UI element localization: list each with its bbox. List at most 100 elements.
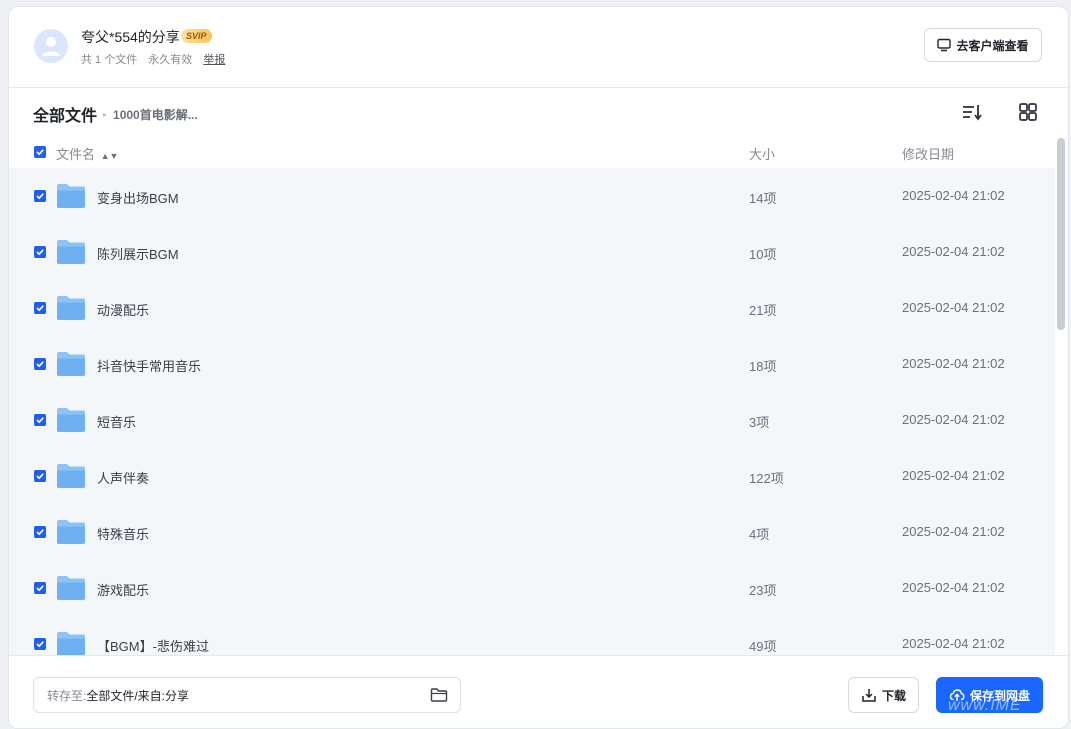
check-icon [36,361,44,368]
file-size: 3项 [749,415,770,430]
share-header: 夸父*554的分享 SVIP 共 1 个文件 永久有效 举报 去客户端查看 [9,7,1068,88]
column-name-label: 文件名 [56,147,96,162]
table-row[interactable]: 动漫配乐 21项 2025-02-04 21:02 [9,280,1055,336]
check-icon [36,305,44,312]
check-icon [36,193,44,200]
check-icon [36,641,44,648]
table-row[interactable]: 陈列展示BGM 10项 2025-02-04 21:02 [9,224,1055,280]
open-client-button[interactable]: 去客户端查看 [924,28,1042,62]
row-checkbox[interactable] [34,582,46,594]
download-icon [862,689,876,702]
save-path-field[interactable]: 转存至: 全部文件/来自:分享 [33,677,461,713]
file-date: 2025-02-04 21:02 [902,580,1005,595]
file-size: 49项 [749,639,777,654]
breadcrumb: 全部文件 ▸ 1000首电影解... [33,102,198,126]
folder-icon [57,520,85,544]
table-row[interactable]: 【BGM】-悲伤难过 49项 2025-02-04 21:02 [9,616,1055,656]
scrollbar[interactable] [1057,138,1065,330]
file-date: 2025-02-04 21:02 [902,300,1005,315]
column-date: 修改日期 [902,147,955,162]
folder-icon [57,184,85,208]
watermark: www.IME [948,697,1022,714]
file-size: 14项 [749,191,777,206]
folder-select-icon[interactable] [430,687,448,703]
sort-button[interactable] [961,102,983,122]
select-all-checkbox[interactable] [34,146,46,158]
table-row[interactable]: 抖音快手常用音乐 18项 2025-02-04 21:02 [9,336,1055,392]
breadcrumb-current: 1000首电影解... [113,107,198,122]
file-date: 2025-02-04 21:02 [902,188,1005,203]
file-name[interactable]: 短音乐 [97,412,136,431]
file-name[interactable]: 游戏配乐 [97,580,149,599]
file-size: 4项 [749,527,770,542]
download-label: 下载 [881,688,906,703]
check-icon [36,529,44,536]
row-checkbox[interactable] [34,638,46,650]
chevron-right-icon: ▸ [103,109,108,119]
folder-icon [57,576,85,600]
file-date: 2025-02-04 21:02 [902,468,1005,483]
report-link[interactable]: 举报 [203,54,225,66]
row-checkbox[interactable] [34,414,46,426]
file-name[interactable]: 陈列展示BGM [97,244,179,263]
folder-icon [57,632,85,656]
folder-icon [57,352,85,376]
row-checkbox[interactable] [34,470,46,482]
file-name[interactable]: 变身出场BGM [97,188,179,207]
row-checkbox[interactable] [34,246,46,258]
file-name[interactable]: 人声伴奏 [97,468,149,487]
open-client-label: 去客户端查看 [956,38,1029,53]
file-size: 18项 [749,359,777,374]
table-header: 文件名 ▲▼ 大小 修改日期 [9,141,1055,167]
check-icon [36,417,44,424]
file-name[interactable]: 特殊音乐 [97,524,149,543]
share-card: 夸父*554的分享 SVIP 共 1 个文件 永久有效 举报 去客户端查看 全部… [8,6,1069,729]
file-date: 2025-02-04 21:02 [902,356,1005,371]
breadcrumb-root[interactable]: 全部文件 [33,102,97,126]
row-checkbox[interactable] [34,526,46,538]
row-checkbox[interactable] [34,190,46,202]
svip-badge: SVIP [181,29,212,43]
monitor-icon [937,38,952,52]
file-count: 共 1 个文件 [81,54,138,66]
share-title: 夸父*554的分享 [81,29,180,45]
file-date: 2025-02-04 21:02 [902,636,1005,651]
grid-view-button[interactable] [1017,102,1039,122]
table-row[interactable]: 人声伴奏 122项 2025-02-04 21:02 [9,448,1055,504]
folder-icon [57,240,85,264]
file-date: 2025-02-04 21:02 [902,412,1005,427]
row-checkbox[interactable] [34,358,46,370]
file-size: 23项 [749,583,777,598]
table-row[interactable]: 短音乐 3项 2025-02-04 21:02 [9,392,1055,448]
file-name[interactable]: 动漫配乐 [97,300,149,319]
file-size: 10项 [749,247,777,262]
check-icon [36,473,44,480]
table-row[interactable]: 变身出场BGM 14项 2025-02-04 21:02 [9,168,1055,224]
avatar [34,29,68,63]
sort-list-icon [963,105,982,121]
table-row[interactable]: 游戏配乐 23项 2025-02-04 21:02 [9,560,1055,616]
check-icon [36,149,44,156]
file-name[interactable]: 抖音快手常用音乐 [97,356,201,375]
file-date: 2025-02-04 21:02 [902,524,1005,539]
row-checkbox[interactable] [34,302,46,314]
share-meta: 共 1 个文件 永久有效 举报 [81,51,233,67]
validity: 永久有效 [148,54,193,66]
grid-view-icon [1019,103,1037,121]
download-button[interactable]: 下载 [848,677,919,713]
check-icon [36,585,44,592]
table-row[interactable]: 特殊音乐 4项 2025-02-04 21:02 [9,504,1055,560]
user-icon [34,29,68,63]
save-path-value: 全部文件/来自:分享 [86,688,190,703]
folder-icon [57,296,85,320]
file-size: 21项 [749,303,777,318]
folder-icon [57,464,85,488]
file-list: 变身出场BGM 14项 2025-02-04 21:02 陈列展示BGM 10项 2025… [9,168,1055,656]
check-icon [36,249,44,256]
sort-toggle-icon[interactable]: ▲▼ [101,151,119,161]
save-path-label: 转存至: [47,688,87,703]
share-footer: 转存至: 全部文件/来自:分享 下载 保存到网盘 [9,655,1068,728]
column-name[interactable]: 文件名 ▲▼ [56,144,118,163]
file-name[interactable]: 【BGM】-悲伤难过 [97,636,209,655]
column-size: 大小 [749,147,776,162]
